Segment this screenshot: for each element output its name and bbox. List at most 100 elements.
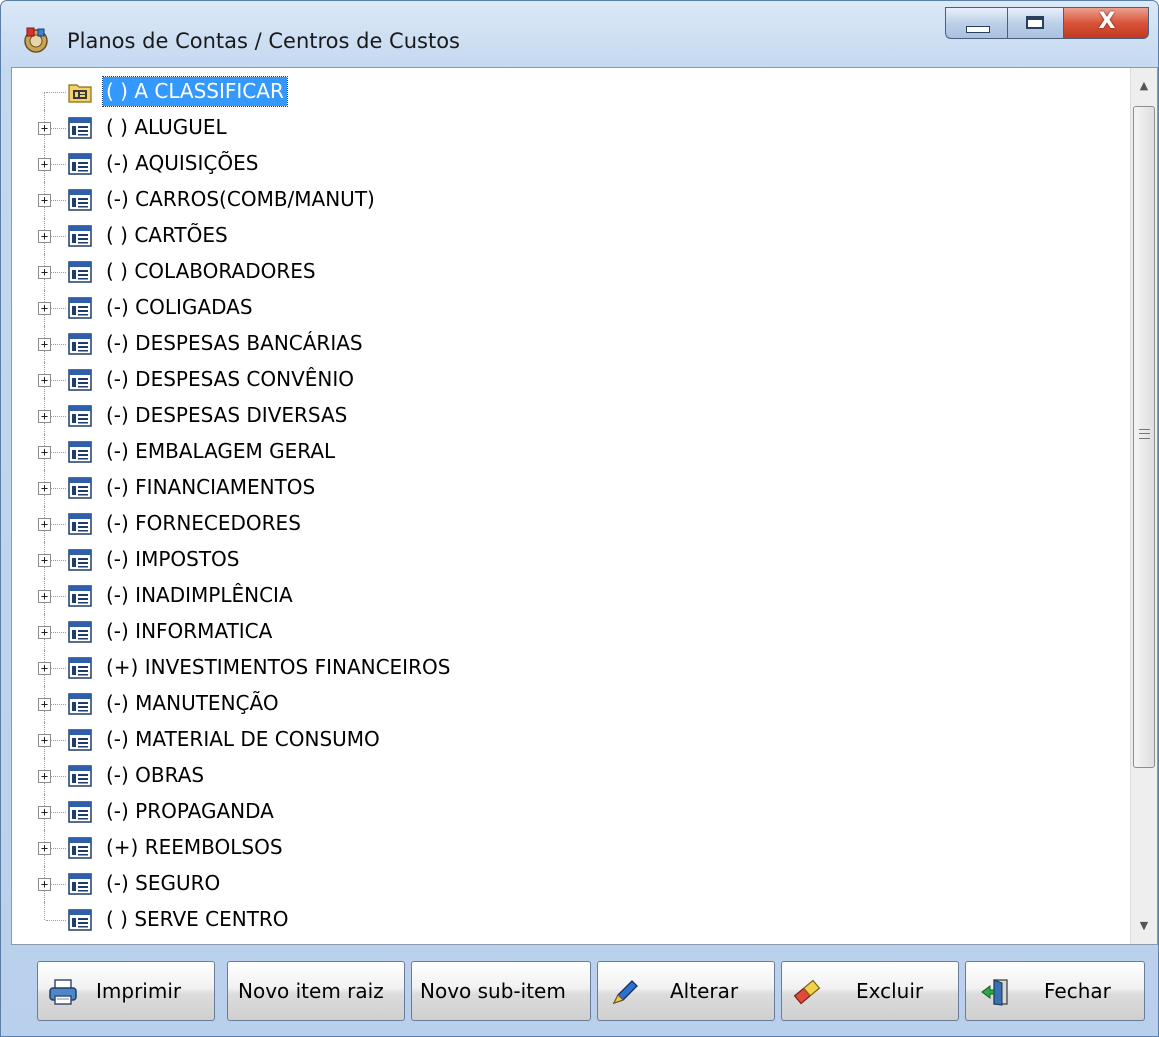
expand-icon[interactable]: +	[38, 842, 51, 855]
tree-node-label[interactable]: (-) OBRAS	[103, 761, 207, 790]
tree-node-label[interactable]: (-) INADIMPLÊNCIA	[103, 581, 296, 610]
table-icon	[68, 117, 92, 139]
table-icon	[68, 261, 92, 283]
delete-button[interactable]: Excluir	[781, 961, 959, 1021]
tree-node-label[interactable]: (-) COLIGADAS	[103, 293, 256, 322]
tree-node[interactable]: + (-) FORNECEDORES	[12, 506, 1130, 542]
table-icon	[68, 189, 92, 211]
tree-node-label[interactable]: (-) FINANCIAMENTOS	[103, 473, 318, 502]
tree-node[interactable]: + (-) INFORMATICA	[12, 614, 1130, 650]
tree-node-label[interactable]: (-) AQUISIÇÕES	[103, 149, 261, 178]
vertical-scrollbar[interactable]: ▲ ▼	[1130, 68, 1157, 944]
tree-node-label[interactable]: (-) DESPESAS BANCÁRIAS	[103, 329, 366, 358]
tree-node[interactable]: ( ) A CLASSIFICAR	[12, 74, 1130, 110]
expand-icon[interactable]: +	[38, 662, 51, 675]
table-icon	[68, 333, 92, 355]
expand-icon[interactable]: +	[38, 878, 51, 891]
table-icon	[68, 585, 92, 607]
title-bar[interactable]: Planos de Contas / Centros de Custos X	[1, 1, 1158, 67]
tree-node[interactable]: + (-) INADIMPLÊNCIA	[12, 578, 1130, 614]
tree-node-label[interactable]: (+) INVESTIMENTOS FINANCEIROS	[103, 653, 453, 682]
expand-icon[interactable]: +	[38, 518, 51, 531]
tree-node-label[interactable]: ( ) SERVE CENTRO	[103, 905, 292, 934]
tree-node[interactable]: + ( ) ALUGUEL	[12, 110, 1130, 146]
new-root-item-button[interactable]: Novo item raiz	[227, 961, 405, 1021]
expand-icon[interactable]: +	[38, 698, 51, 711]
tree-connector-line	[44, 902, 45, 920]
tree-node-label[interactable]: (-) DESPESAS DIVERSAS	[103, 401, 350, 430]
expand-icon[interactable]: +	[38, 302, 51, 315]
maximize-button[interactable]	[1007, 7, 1063, 39]
table-icon	[68, 441, 92, 463]
expand-icon[interactable]: +	[38, 770, 51, 783]
tree-node[interactable]: + (-) AQUISIÇÕES	[12, 146, 1130, 182]
expand-icon[interactable]: +	[38, 446, 51, 459]
tree-node-label[interactable]: ( ) A CLASSIFICAR	[102, 76, 288, 107]
tree-node[interactable]: + (-) DESPESAS DIVERSAS	[12, 398, 1130, 434]
tree-node[interactable]: + (-) DESPESAS BANCÁRIAS	[12, 326, 1130, 362]
tree-node-label[interactable]: (-) CARROS(COMB/MANUT)	[103, 185, 378, 214]
new-sub-item-label: Novo sub-item	[420, 979, 566, 1003]
account-tree[interactable]: ( ) A CLASSIFICAR + ( ) ALUGUEL + (-) AQUISI…	[12, 68, 1130, 944]
tree-node-label[interactable]: (-) PROPAGANDA	[103, 797, 277, 826]
expand-icon[interactable]: +	[38, 230, 51, 243]
tree-node[interactable]: + (-) MANUTENÇÃO	[12, 686, 1130, 722]
scroll-thumb[interactable]	[1133, 106, 1155, 768]
expand-icon[interactable]: +	[38, 374, 51, 387]
tree-node-label[interactable]: (-) IMPOSTOS	[103, 545, 243, 574]
tree-node[interactable]: + ( ) COLABORADORES	[12, 254, 1130, 290]
close-dialog-button[interactable]: Fechar	[965, 961, 1145, 1021]
close-button[interactable]: X	[1063, 7, 1149, 39]
edit-button[interactable]: Alterar	[597, 961, 775, 1021]
new-root-item-label: Novo item raiz	[238, 979, 384, 1003]
tree-node[interactable]: + (-) MATERIAL DE CONSUMO	[12, 722, 1130, 758]
tree-node[interactable]: + (-) OBRAS	[12, 758, 1130, 794]
expand-icon[interactable]: +	[38, 554, 51, 567]
delete-label: Excluir	[856, 979, 924, 1003]
tree-node-label[interactable]: (-) INFORMATICA	[103, 617, 275, 646]
tree-node-label[interactable]: (-) SEGURO	[103, 869, 223, 898]
tree-node[interactable]: + (-) CARROS(COMB/MANUT)	[12, 182, 1130, 218]
expand-icon[interactable]: +	[38, 626, 51, 639]
expand-icon[interactable]: +	[38, 158, 51, 171]
tree-node[interactable]: + (-) PROPAGANDA	[12, 794, 1130, 830]
tree-node-label[interactable]: (-) FORNECEDORES	[103, 509, 304, 538]
tree-node-label[interactable]: (+) REEMBOLSOS	[103, 833, 286, 862]
expand-icon[interactable]: +	[38, 806, 51, 819]
tree-node-label[interactable]: (-) EMBALAGEM GERAL	[103, 437, 338, 466]
expand-icon[interactable]: +	[38, 266, 51, 279]
expand-icon[interactable]: +	[38, 482, 51, 495]
new-sub-item-button[interactable]: Novo sub-item	[411, 961, 591, 1021]
tree-node-label[interactable]: ( ) CARTÕES	[103, 221, 231, 250]
tree-node-label[interactable]: ( ) COLABORADORES	[103, 257, 319, 286]
expand-icon[interactable]: +	[38, 410, 51, 423]
expand-icon[interactable]: +	[38, 194, 51, 207]
table-icon	[68, 909, 92, 931]
table-icon	[68, 873, 92, 895]
tree-node[interactable]: + (+) INVESTIMENTOS FINANCEIROS	[12, 650, 1130, 686]
tree-node[interactable]: + (+) REEMBOLSOS	[12, 830, 1130, 866]
tree-node-label[interactable]: (-) MANUTENÇÃO	[103, 689, 282, 718]
tree-node[interactable]: + (-) FINANCIAMENTOS	[12, 470, 1130, 506]
tree-node[interactable]: + (-) EMBALAGEM GERAL	[12, 434, 1130, 470]
tree-node[interactable]: + (-) IMPOSTOS	[12, 542, 1130, 578]
expand-icon[interactable]: +	[38, 590, 51, 603]
tree-node[interactable]: + (-) DESPESAS CONVÊNIO	[12, 362, 1130, 398]
tree-node[interactable]: + (-) SEGURO	[12, 866, 1130, 902]
expand-icon[interactable]: +	[38, 122, 51, 135]
tree-node-label[interactable]: (-) MATERIAL DE CONSUMO	[103, 725, 383, 754]
minimize-button[interactable]	[945, 7, 1007, 39]
expand-icon[interactable]: +	[38, 338, 51, 351]
tree-node[interactable]: + (-) COLIGADAS	[12, 290, 1130, 326]
folder-icon	[68, 84, 92, 103]
tree-node-label[interactable]: (-) DESPESAS CONVÊNIO	[103, 365, 357, 394]
scroll-down-arrow-icon[interactable]: ▼	[1131, 912, 1157, 944]
print-button[interactable]: Imprimir	[37, 961, 215, 1021]
tree-node-label[interactable]: ( ) ALUGUEL	[103, 113, 230, 142]
tree-node[interactable]: ( ) SERVE CENTRO	[12, 902, 1130, 938]
tree-node[interactable]: + ( ) CARTÕES	[12, 218, 1130, 254]
expand-icon[interactable]: +	[38, 734, 51, 747]
scroll-up-arrow-icon[interactable]: ▲	[1131, 68, 1157, 100]
exit-door-icon	[981, 979, 1008, 1006]
eraser-icon	[793, 979, 821, 1005]
